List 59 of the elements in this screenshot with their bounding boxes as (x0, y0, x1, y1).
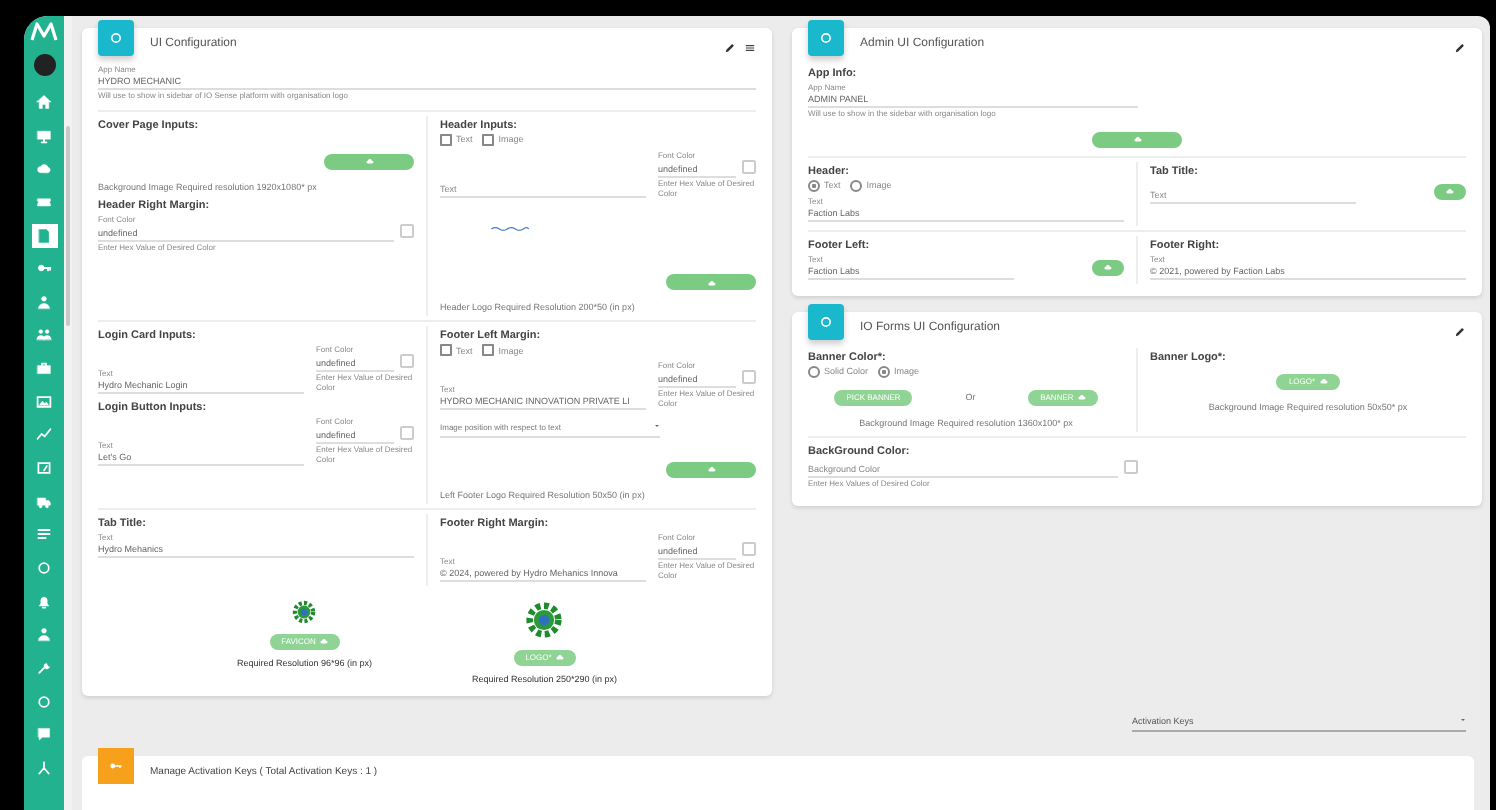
sidebar-item[interactable] (31, 90, 57, 114)
monitor-icon (36, 127, 52, 144)
radio-button[interactable] (878, 365, 891, 378)
menu-icon[interactable] (744, 42, 756, 54)
home-icon (36, 94, 52, 110)
upload-button[interactable] (324, 153, 414, 170)
upload-button[interactable] (1092, 131, 1182, 148)
radio-button[interactable] (808, 365, 820, 378)
upload-button[interactable] (666, 274, 756, 291)
bell-icon (36, 593, 52, 610)
radio-button[interactable] (808, 179, 820, 192)
color-swatch[interactable] (400, 223, 414, 238)
pencil-icon[interactable] (1454, 325, 1466, 338)
briefcase-icon (36, 360, 52, 377)
people-icon (36, 326, 52, 343)
image-icon (36, 393, 52, 410)
chat-icon (36, 726, 52, 743)
scrollbar[interactable] (64, 16, 72, 810)
color-swatch[interactable] (400, 354, 414, 369)
cloud-upload-icon (1319, 378, 1328, 385)
checkbox[interactable] (482, 344, 495, 357)
cloud-upload-icon (1446, 188, 1454, 195)
upload-button[interactable] (1434, 183, 1466, 200)
pencil-icon[interactable] (1454, 42, 1466, 54)
radio-button[interactable] (850, 179, 863, 192)
cloud-upload-icon (707, 279, 715, 286)
cloud-icon (36, 160, 52, 177)
cloud-upload-icon (1077, 394, 1086, 401)
color-swatch[interactable] (742, 159, 756, 174)
cloud-upload-icon (1133, 136, 1141, 143)
color-swatch[interactable] (742, 370, 756, 385)
cloud-upload-icon (1104, 264, 1112, 271)
color-swatch[interactable] (742, 541, 756, 556)
upload-button[interactable] (666, 461, 756, 478)
ticket-icon (36, 193, 52, 210)
color-swatch[interactable] (400, 425, 414, 440)
upload-button[interactable] (1092, 259, 1124, 276)
ring-icon (36, 693, 52, 710)
truck-icon (36, 493, 52, 510)
list-icon (36, 526, 52, 543)
cloud-upload-icon (707, 466, 715, 474)
cloud-upload-icon (365, 158, 373, 165)
checkbox[interactable] (482, 133, 495, 146)
chart-icon (36, 426, 52, 443)
ring-icon (36, 559, 52, 576)
key-icon (36, 260, 52, 277)
person-icon (36, 626, 52, 643)
color-swatch[interactable] (1124, 459, 1138, 474)
pencil-icon[interactable] (724, 42, 736, 54)
wave-logo-icon[interactable] (30, 20, 58, 44)
avatar[interactable] (33, 54, 55, 76)
checkbox[interactable] (440, 344, 452, 357)
checkbox[interactable] (440, 133, 452, 146)
cloud-upload-icon (319, 637, 328, 645)
document-icon (36, 227, 52, 244)
hierarchy-icon (36, 759, 52, 776)
person-icon (36, 293, 52, 310)
cloud-upload-icon (555, 653, 564, 661)
sidebar-item[interactable] (31, 223, 57, 248)
